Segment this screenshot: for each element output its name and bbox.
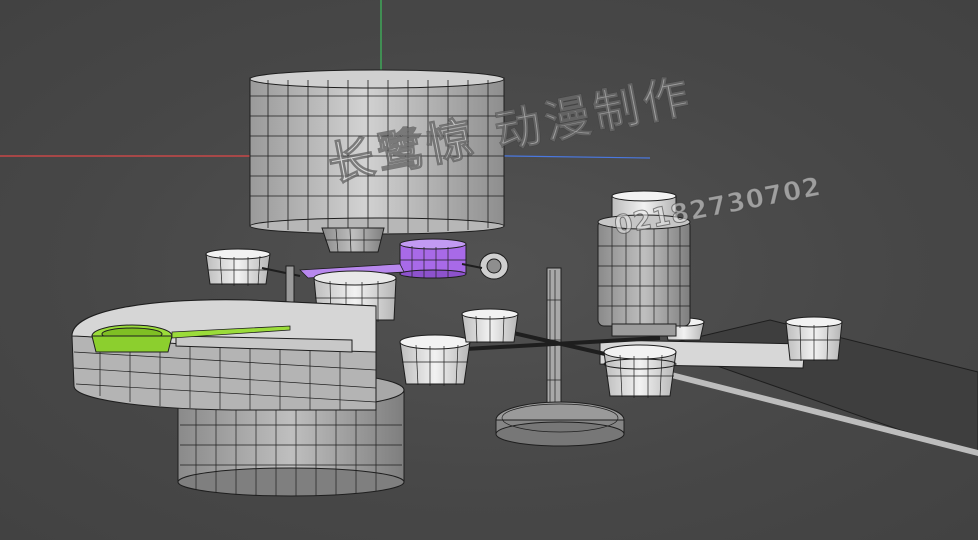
scene-canvas[interactable] — [0, 0, 978, 540]
3d-viewport[interactable]: 长鹭惊 动漫制作 02182730702 — [0, 0, 978, 540]
far-right-cup[interactable] — [785, 316, 843, 362]
curved-track[interactable] — [71, 299, 377, 411]
spinner-cup-left[interactable] — [399, 334, 471, 386]
spinner-cup-back[interactable] — [461, 308, 519, 344]
tall-canister[interactable] — [597, 190, 691, 337]
spinner-cup-right[interactable] — [603, 344, 677, 398]
small-gear[interactable] — [461, 252, 509, 280]
large-drum[interactable] — [249, 69, 505, 253]
